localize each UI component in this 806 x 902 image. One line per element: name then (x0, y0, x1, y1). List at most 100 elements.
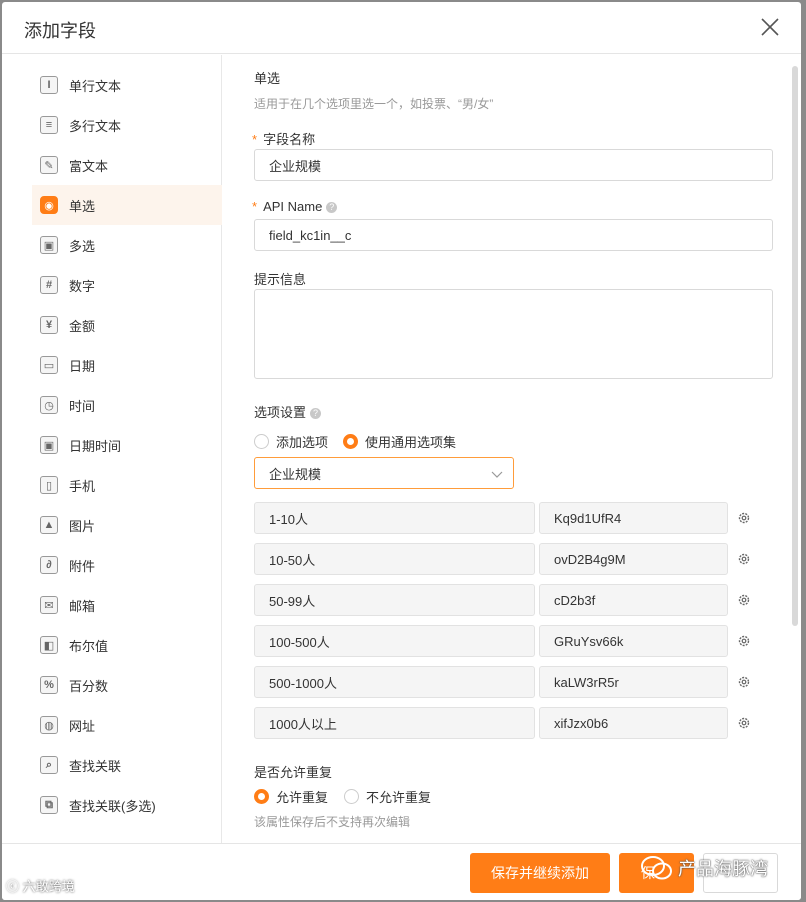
field-name-value: 企业规模 (269, 158, 322, 174)
sidebar-item[interactable]: ⧉ 查找关联(多选) (32, 785, 222, 825)
gear-icon[interactable] (737, 716, 751, 730)
option-label-input[interactable]: 100-500人 (254, 625, 535, 657)
sidebar-item-label: 多选 (69, 238, 96, 254)
save-and-continue-button[interactable]: 保存并继续添加 (470, 853, 610, 893)
sidebar-item[interactable]: # 数字 (32, 265, 222, 305)
field-type-title: 单选 (254, 71, 281, 86)
radio-circle (254, 434, 269, 449)
allow-duplicate-hint: 该属性保存后不支持再次编辑 (254, 815, 411, 829)
sidebar-item-label: 手机 (69, 478, 96, 494)
boolean-icon: ◧ (40, 636, 58, 654)
number-icon: # (40, 276, 58, 294)
option-key-input[interactable]: ovD2B4g9M (539, 543, 728, 575)
help-icon[interactable]: ? (326, 202, 338, 214)
sidebar-item-label: 布尔值 (69, 638, 109, 654)
sidebar-item[interactable]: % 百分数 (32, 665, 222, 705)
field-name-label-text: 字段名称 (263, 132, 316, 147)
sidebar-item[interactable]: ◉ 单选 (32, 185, 222, 225)
sidebar-item-label: 单选 (69, 198, 96, 214)
allow-duplicate-label: 是否允许重复 (254, 765, 333, 780)
gear-icon[interactable] (737, 593, 751, 607)
rich-text-icon: ✎ (40, 156, 58, 174)
field-type-sidebar: I 单行文本 ≡ 多行文本 ✎ 富文本 ◉ 单选 ▣ 多选 # 数字 ¥ 金额 ▭ 日期 ◷ 时间 ▣ 日期时间 ▯ 手机… (2, 55, 222, 843)
dialog-header: 添加字段 (2, 2, 801, 54)
dialog-title: 添加字段 (24, 21, 96, 41)
help-icon[interactable]: ? (310, 408, 322, 420)
sidebar-item[interactable]: ▣ 日期时间 (32, 425, 222, 465)
radio-disallow-duplicate[interactable]: 不允许重复 (344, 787, 431, 806)
percent-icon: % (40, 676, 58, 694)
sidebar-item[interactable]: ▭ 日期 (32, 345, 222, 385)
api-name-label-text: API Name (263, 199, 323, 214)
radio-use-common-set-label: 使用通用选项集 (365, 435, 457, 450)
watermark-left-icon: ⓒ (6, 879, 20, 894)
sidebar-item-label: 数字 (69, 278, 96, 294)
sidebar-item[interactable]: ◧ 布尔值 (32, 625, 222, 665)
gear-icon[interactable] (737, 675, 751, 689)
hint-info-textarea[interactable] (254, 289, 773, 379)
form-scrollbar[interactable] (792, 66, 798, 626)
sidebar-item-label: 百分数 (69, 678, 109, 694)
sidebar-item[interactable]: ✎ 富文本 (32, 145, 222, 185)
image-icon: ▲ (40, 516, 58, 534)
sidebar-item[interactable]: ▯ 手机 (32, 465, 222, 505)
radio-circle (344, 789, 359, 804)
sidebar-item-label: 图片 (69, 518, 96, 534)
field-name-input[interactable]: 企业规模 (254, 149, 773, 181)
field-type-description: 适用于在几个选项里选一个，如投票、“男/女” (254, 97, 494, 111)
sidebar-item[interactable]: ✉ 邮箱 (32, 585, 222, 625)
single-line-text-icon: I (40, 76, 58, 94)
sidebar-item-label: 网址 (69, 718, 96, 734)
options-settings-label: 选项设置? (254, 402, 322, 421)
option-key-input[interactable]: xifJzx0b6 (539, 707, 728, 739)
gear-icon[interactable] (737, 511, 751, 525)
sidebar-item[interactable]: ▲ 图片 (32, 505, 222, 545)
sidebar-item[interactable]: ≡ 多行文本 (32, 105, 222, 145)
radio-add-options[interactable]: 添加选项 (254, 432, 328, 451)
watermark-left: ⓒ 六敢跨境 (6, 876, 75, 895)
close-icon[interactable] (759, 16, 781, 38)
attachment-icon: ∂ (40, 556, 58, 574)
sidebar-item-label: 查找关联(多选) (69, 798, 156, 814)
sidebar-item-label: 金额 (69, 318, 96, 334)
sidebar-item-label: 日期时间 (69, 438, 122, 454)
hint-info-label: 提示信息 (254, 272, 307, 287)
sidebar-item[interactable]: ▣ 多选 (32, 225, 222, 265)
sidebar-item[interactable]: ◷ 时间 (32, 385, 222, 425)
option-label-input[interactable]: 10-50人 (254, 543, 535, 575)
sidebar-item[interactable]: I 单行文本 (32, 65, 222, 105)
sidebar-item-label: 邮箱 (69, 598, 96, 614)
radio-use-common-set[interactable]: 使用通用选项集 (343, 432, 456, 451)
url-icon: ◍ (40, 716, 58, 734)
option-key-input[interactable]: GRuYsv66k (539, 625, 728, 657)
options-settings-label-text: 选项设置 (254, 405, 307, 420)
sidebar-item-label: 时间 (69, 398, 96, 414)
option-set-selected-value: 企业规模 (269, 466, 322, 482)
lookup-icon: ⌕ (40, 756, 58, 774)
api-name-label: * API Name? (252, 199, 338, 214)
option-label-input[interactable]: 1000人以上 (254, 707, 535, 739)
option-label-input[interactable]: 500-1000人 (254, 666, 535, 698)
required-mark: * (252, 199, 258, 214)
gear-icon[interactable] (737, 552, 751, 566)
option-label-input[interactable]: 50-99人 (254, 584, 535, 616)
api-name-input[interactable]: field_kc1in__c (254, 219, 773, 251)
field-name-label: * 字段名称 (252, 129, 315, 148)
option-key-input[interactable]: kaLW3rR5r (539, 666, 728, 698)
sidebar-item[interactable]: ∂ 附件 (32, 545, 222, 585)
sidebar-item[interactable]: ¥ 金额 (32, 305, 222, 345)
option-label-input[interactable]: 1-10人 (254, 502, 535, 534)
sidebar-item[interactable]: ⌕ 查找关联 (32, 745, 222, 785)
sidebar-item-label: 富文本 (69, 158, 109, 174)
sidebar-item-label: 多行文本 (69, 118, 122, 134)
date-icon: ▭ (40, 356, 58, 374)
option-key-input[interactable]: Kq9d1UfR4 (539, 502, 728, 534)
option-key-input[interactable]: cD2b3f (539, 584, 728, 616)
radio-allow-duplicate[interactable]: 允许重复 (254, 787, 328, 806)
sidebar-item[interactable]: ◍ 网址 (32, 705, 222, 745)
time-icon: ◷ (40, 396, 58, 414)
currency-icon: ¥ (40, 316, 58, 334)
radio-add-options-label: 添加选项 (276, 435, 329, 450)
gear-icon[interactable] (737, 634, 751, 648)
option-set-select[interactable]: 企业规模 (254, 457, 514, 489)
